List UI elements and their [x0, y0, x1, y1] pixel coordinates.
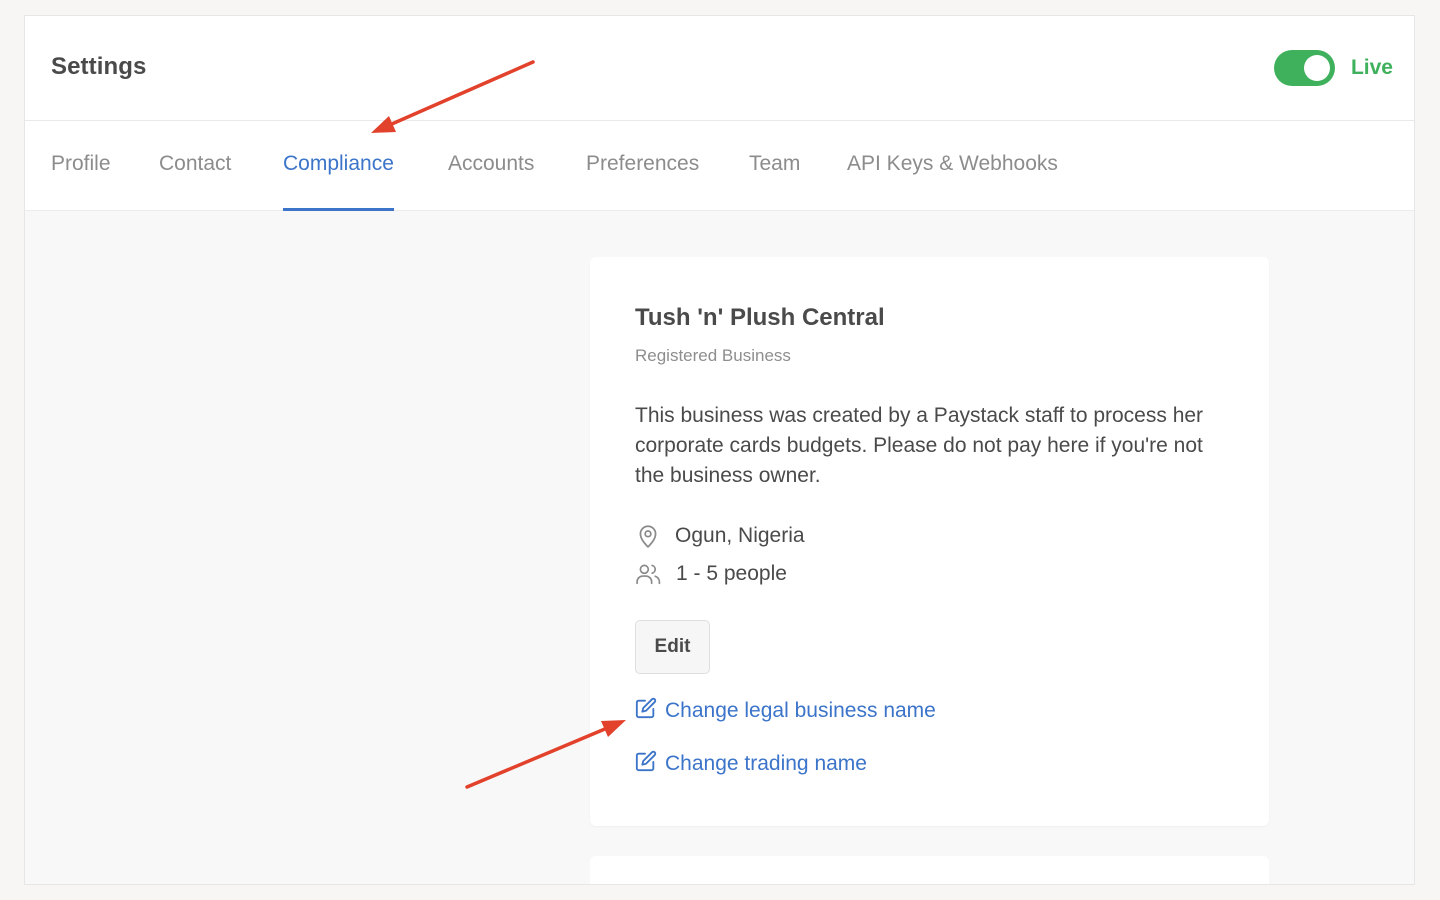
- tab-compliance[interactable]: Compliance: [283, 121, 394, 211]
- tab-accounts[interactable]: Accounts: [448, 121, 534, 211]
- tab-profile[interactable]: Profile: [51, 121, 111, 211]
- business-description: This business was created by a Paystack …: [635, 404, 1204, 487]
- business-card: Tush 'n' Plush Central Registered Busine…: [590, 257, 1269, 826]
- tab-contact[interactable]: Contact: [159, 121, 231, 211]
- settings-frame: Settings Live Profile Contact Compliance…: [24, 15, 1415, 885]
- business-type: Registered Business: [635, 346, 791, 365]
- location-text: Ogun, Nigeria: [675, 524, 805, 547]
- change-trading-name-link[interactable]: Change trading name: [635, 750, 867, 778]
- live-mode-toggle[interactable]: [1273, 50, 1335, 86]
- settings-header: Settings Live: [25, 16, 1414, 121]
- edit-icon: [635, 697, 657, 725]
- tab-api-keys-webhooks[interactable]: API Keys & Webhooks: [847, 121, 1058, 211]
- business-name: Tush 'n' Plush Central: [635, 304, 885, 331]
- business-location: Ogun, Nigeria: [635, 523, 805, 549]
- page-title: Settings: [51, 53, 147, 80]
- edit-icon: [635, 750, 657, 778]
- change-legal-name-link[interactable]: Change legal business name: [635, 697, 936, 725]
- live-mode-control: Live: [1273, 50, 1393, 86]
- change-trading-name-label: Change trading name: [665, 752, 867, 775]
- toggle-knob: [1303, 55, 1330, 81]
- settings-tabs: Profile Contact Compliance Accounts Pref…: [25, 121, 1414, 211]
- edit-button[interactable]: Edit: [635, 620, 710, 674]
- map-pin-icon: [635, 523, 661, 549]
- next-card: [590, 856, 1269, 884]
- team-size-text: 1 - 5 people: [676, 562, 787, 585]
- business-team-size: 1 - 5 people: [635, 561, 787, 587]
- change-legal-name-label: Change legal business name: [665, 699, 936, 722]
- tab-team[interactable]: Team: [749, 121, 800, 211]
- live-mode-label: Live: [1350, 56, 1393, 79]
- users-icon: [635, 561, 662, 587]
- tab-preferences[interactable]: Preferences: [586, 121, 699, 211]
